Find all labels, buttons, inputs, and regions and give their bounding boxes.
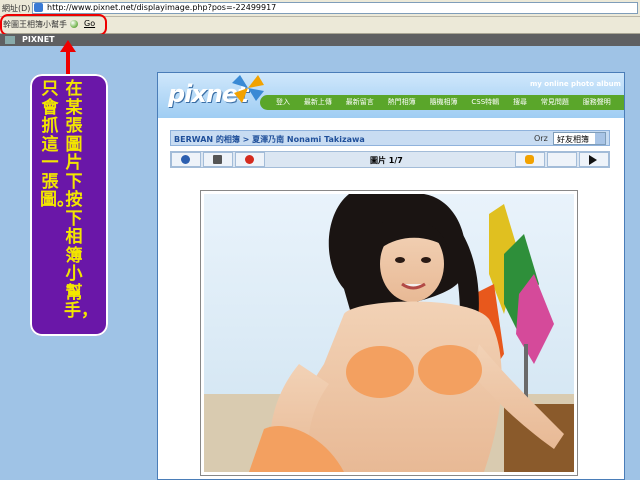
album-select-value[interactable]: 好友相簿 [557,134,589,145]
nav-login[interactable]: 登入 [276,97,290,107]
pixnet-bar-label: PIXNET [22,35,55,44]
address-label: 網址(D) [2,4,31,13]
chevron-down-icon[interactable] [595,133,605,144]
next-icon [589,155,597,165]
nav-search[interactable]: 搜尋 [513,97,527,107]
highlight-circle [0,14,107,36]
orz-label: Orz [534,134,548,143]
address-url[interactable]: http://www.pixnet.net/displayimage.php?p… [47,3,276,12]
annotation-text-column-2: 只會抓這一張圖。 [40,79,74,210]
pixnet-small-logo-icon [5,36,15,44]
red-arrow-icon [60,40,76,74]
pixnet-bar [0,34,640,46]
page-icon [34,3,43,12]
nav-latest-uploads[interactable]: 最新上傳 [304,97,332,107]
blank-button[interactable] [547,152,577,167]
hand-icon [525,155,534,164]
site-nav: 登入 最新上傳 最新留言 熱門相簿 隨機相簿 CSS特輯 搜尋 常見問題 服務聲… [276,97,622,107]
slideshow-icon [213,155,222,164]
report-icon [245,155,254,164]
nav-random-albums[interactable]: 隨機相簿 [430,97,458,107]
nav-css-special[interactable]: CSS特輯 [471,97,499,107]
album-photo[interactable] [204,194,574,472]
nav-terms[interactable]: 服務聲明 [583,97,611,107]
nav-popular-albums[interactable]: 熱門相簿 [388,97,416,107]
nav-faq[interactable]: 常見問題 [541,97,569,107]
breadcrumb-text[interactable]: BERWAN 的相簿 > 夏澤乃南 Nonami Takizawa [174,134,365,145]
photo-counter: 圖片 1/7 [370,156,403,165]
nav-latest-comments[interactable]: 最新留言 [346,97,374,107]
site-tagline: my online photo album [530,80,621,88]
info-icon [181,155,190,164]
